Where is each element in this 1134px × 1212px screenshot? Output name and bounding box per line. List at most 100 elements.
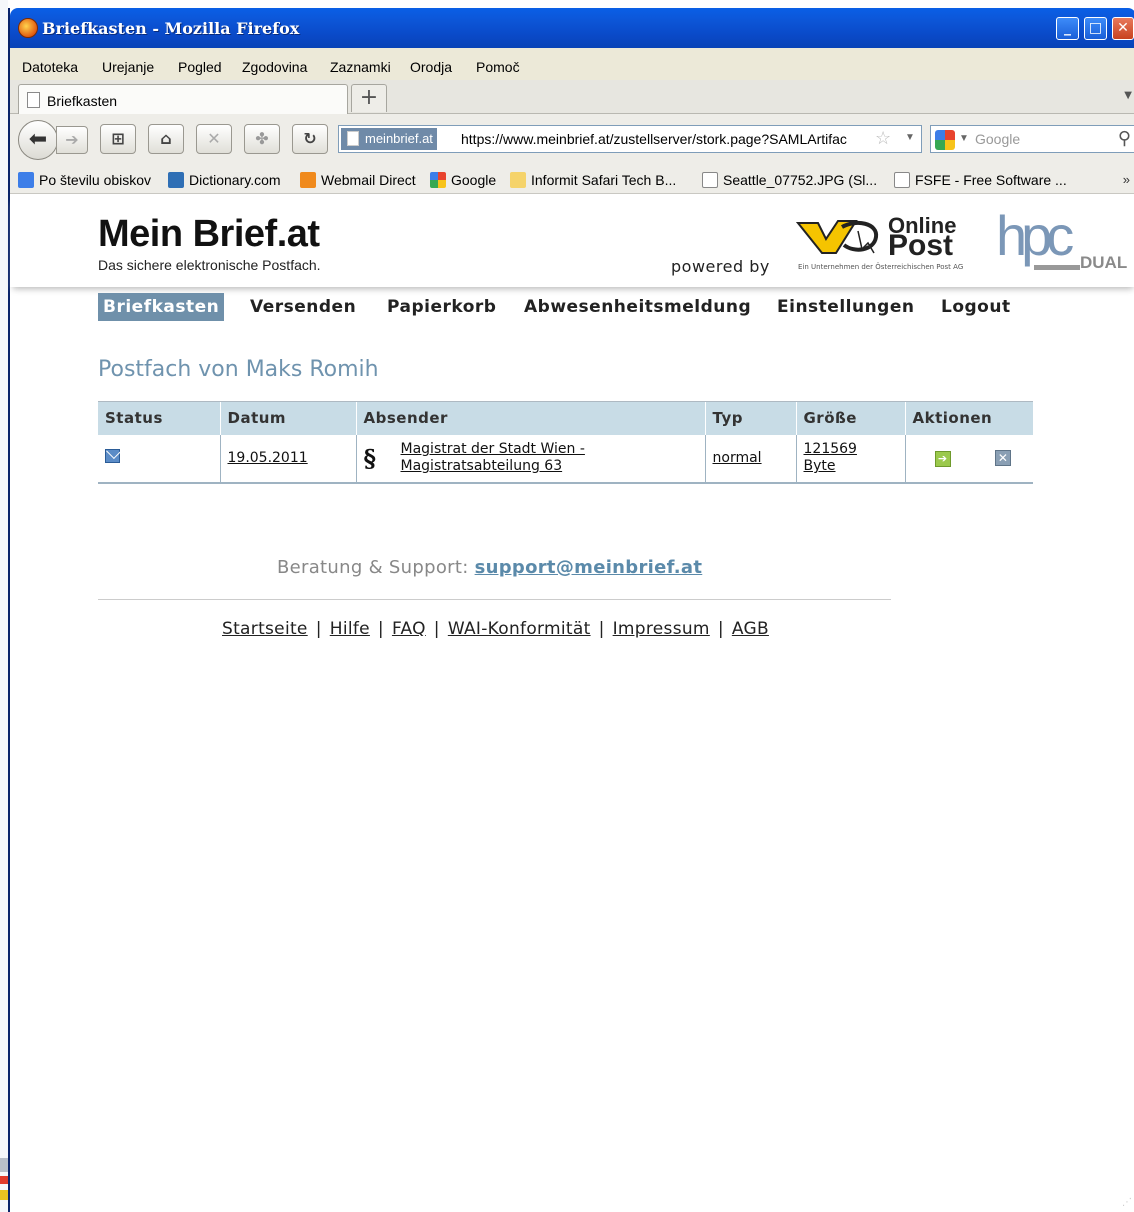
site-header: Mein Brief.at Das sichere elektronische … [10, 195, 1134, 287]
page-content: Mein Brief.at Das sichere elektronische … [10, 195, 1134, 1212]
bookmark-most-visited[interactable]: Po številu obiskov [18, 172, 151, 188]
menu-bookmarks[interactable]: Zaznamki [330, 59, 391, 75]
desktop-mark [0, 1158, 8, 1172]
sender-line[interactable]: Magistrat der Stadt Wien - [401, 441, 585, 457]
search-icon[interactable]: ⚲ [1118, 128, 1131, 149]
divider [98, 599, 891, 600]
header-datum: Datum [219, 401, 356, 435]
tab-list-icon[interactable]: ▼ [1124, 90, 1132, 101]
tab-briefkasten[interactable]: Briefkasten [18, 84, 348, 114]
title-bar[interactable]: Briefkasten - Mozilla Firefox _ □ ✕ [10, 8, 1134, 48]
bookmark-google[interactable]: Google [430, 172, 496, 188]
page-title: Postfach von Maks Romih [98, 357, 379, 382]
delete-message-icon[interactable]: ✕ [994, 449, 1011, 466]
separator: | [598, 619, 605, 639]
bookmarks-overflow-icon[interactable]: » [1123, 172, 1130, 187]
nav-abwesenheitsmeldung[interactable]: Abwesenheitsmeldung [524, 293, 751, 321]
bookmark-webmail[interactable]: Webmail Direct [300, 172, 416, 188]
search-bar[interactable]: ▼ Google ⚲ [930, 125, 1134, 153]
site-nav: Briefkasten Versenden Papierkorb Abwesen… [10, 293, 1134, 321]
dictionary-icon [168, 172, 184, 188]
maximize-button[interactable]: □ [1084, 17, 1107, 40]
site-logo[interactable]: Mein Brief.at [98, 213, 320, 256]
bookmark-informit[interactable]: Informit Safari Tech B... [510, 172, 676, 188]
desktop-mark [0, 1176, 8, 1184]
bookmark-label: Informit Safari Tech B... [531, 172, 677, 188]
hpc-dual-logo[interactable]: hpc DUAL [996, 204, 1134, 275]
new-tab-button[interactable]: + [351, 84, 387, 112]
sender-line[interactable]: Magistratsabteilung 63 [401, 458, 563, 474]
nav-einstellungen[interactable]: Einstellungen [777, 293, 914, 321]
plugin-icon[interactable]: ✤ [244, 124, 280, 154]
menu-history[interactable]: Zgodovina [242, 59, 307, 75]
most-visited-icon [18, 172, 34, 188]
url-text[interactable]: https://www.meinbrief.at/zustellserver/s… [461, 131, 873, 147]
section-sign-icon: § [363, 443, 377, 473]
support-email-link[interactable]: support@meinbrief.at [475, 557, 703, 578]
powered-by-label: powered by [671, 257, 770, 276]
cell-date: 19.05.2011 [219, 434, 356, 484]
bookmark-seattle[interactable]: Seattle_07752.JPG (Sl... [702, 172, 877, 188]
menu-edit[interactable]: Urejanje [102, 59, 154, 75]
menu-view[interactable]: Pogled [178, 59, 222, 75]
menu-tools[interactable]: Orodja [410, 59, 452, 75]
footer-hilfe[interactable]: Hilfe [330, 619, 370, 639]
size-link[interactable]: 121569 [804, 441, 857, 457]
nav-versenden[interactable]: Versenden [250, 293, 356, 321]
sender-link[interactable]: Magistrat der Stadt Wien - Magistratsabt… [401, 441, 585, 475]
bookmarks-bar: Po številu obiskov Dictionary.com Webmai… [10, 164, 1134, 194]
size-unit-link[interactable]: Byte [804, 458, 836, 474]
online-post-logo[interactable]: Online Post Ein Unternehmen der Österrei… [796, 213, 976, 275]
nav-briefkasten[interactable]: Briefkasten [98, 293, 225, 321]
header-absender: Absender [355, 401, 705, 435]
minimize-button[interactable]: _ [1056, 17, 1079, 40]
mail-icon [300, 172, 316, 188]
dual-label: DUAL [1080, 253, 1128, 272]
nav-papierkorb[interactable]: Papierkorb [387, 293, 496, 321]
date-link[interactable]: 19.05.2011 [228, 450, 308, 466]
url-dropdown-icon[interactable]: ▼ [905, 132, 915, 143]
separator: | [377, 619, 384, 639]
type-link[interactable]: normal [713, 450, 762, 466]
page-icon [347, 131, 359, 146]
bookmark-label: Seattle_07752.JPG (Sl... [723, 172, 878, 188]
open-message-icon[interactable]: ➔ [934, 450, 951, 467]
search-engine-dropdown-icon[interactable]: ▼ [959, 133, 969, 144]
bookmark-fsfe[interactable]: FSFE - Free Software ... [894, 172, 1067, 188]
resize-grip-icon[interactable]: ⋰ [1122, 1197, 1132, 1208]
new-window-icon[interactable]: ⊞ [100, 124, 136, 154]
reload-button[interactable]: ↻ [292, 124, 328, 154]
bookmark-dictionary[interactable]: Dictionary.com [168, 172, 281, 188]
bookmark-star-icon[interactable]: ☆ [875, 128, 891, 149]
menu-bar: Datoteka Urejanje Pogled Zgodovina Zazna… [10, 48, 1134, 80]
back-button[interactable]: ⬅ [18, 120, 58, 160]
cell-size: 121569 Byte [795, 434, 905, 484]
menu-help[interactable]: Pomoč [476, 59, 520, 75]
home-button[interactable]: ⌂ [148, 124, 184, 154]
rss-icon [510, 172, 526, 188]
footer-faq[interactable]: FAQ [392, 619, 426, 639]
navigation-toolbar: ⬅ ➔ ⊞ ⌂ ✕ ✤ ↻ meinbrief.at https://www.m… [10, 114, 1134, 164]
separator: | [315, 619, 322, 639]
tab-strip: Briefkasten + ▼ [10, 80, 1134, 114]
separator: | [433, 619, 440, 639]
site-identity-button[interactable]: meinbrief.at [341, 128, 437, 150]
search-placeholder: Google [975, 131, 1021, 147]
google-icon[interactable] [935, 130, 955, 150]
page-icon [702, 172, 718, 188]
footer-impressum[interactable]: Impressum [613, 619, 710, 639]
cell-status [98, 434, 220, 484]
table-header-row: Status Datum Absender Typ Größe Aktionen [98, 401, 1033, 435]
nav-logout[interactable]: Logout [941, 293, 1011, 321]
footer-startseite[interactable]: Startseite [222, 619, 308, 639]
footer-agb[interactable]: AGB [732, 619, 769, 639]
stop-button[interactable]: ✕ [196, 124, 232, 154]
address-bar[interactable]: meinbrief.at https://www.meinbrief.at/zu… [338, 125, 922, 153]
header-typ: Typ [704, 401, 796, 435]
footer-wai[interactable]: WAI-Konformität [448, 619, 591, 639]
forward-button[interactable]: ➔ [56, 126, 88, 154]
close-button[interactable]: ✕ [1112, 17, 1134, 40]
hpc-label: hpc [996, 204, 1074, 267]
menu-file[interactable]: Datoteka [22, 59, 78, 75]
bookmark-label: Dictionary.com [189, 172, 281, 188]
